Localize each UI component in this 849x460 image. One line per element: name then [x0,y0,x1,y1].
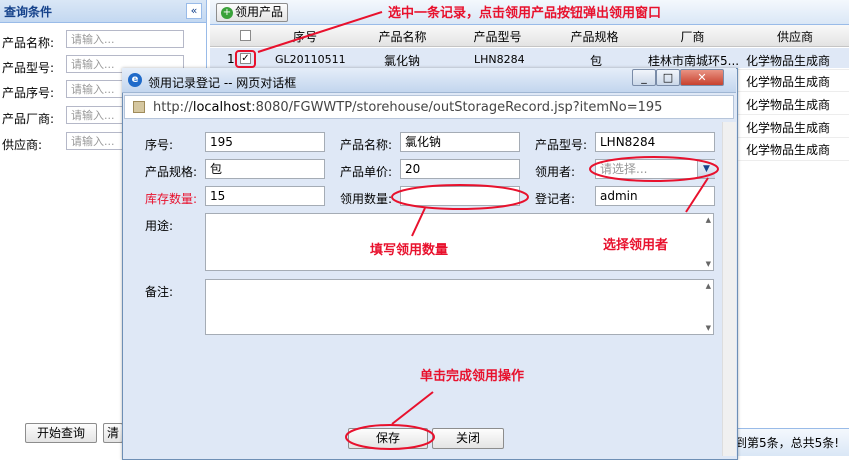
annotation-highlight-checkbox [235,50,256,68]
annotation-arrow-receiver [685,177,709,213]
annotation-fill-qty: 填写领用数量 [370,243,449,258]
annotation-highlight-receiver [589,156,719,182]
annotation-highlight-save [345,424,435,450]
annotation-arrow-save [391,391,434,425]
annotation-click-save: 单击完成领用操作 [420,369,525,384]
annotation-overlay [235,11,719,450]
annotation-select-record: 选中一条记录，点击领用产品按钮弹出领用窗口 [388,6,662,21]
annotation-arrow-select [257,11,383,53]
annotation-choose-receiver: 选择领用者 [603,238,669,253]
annotation-highlight-qty [391,184,529,210]
annotation-arrow-qty [411,207,426,237]
